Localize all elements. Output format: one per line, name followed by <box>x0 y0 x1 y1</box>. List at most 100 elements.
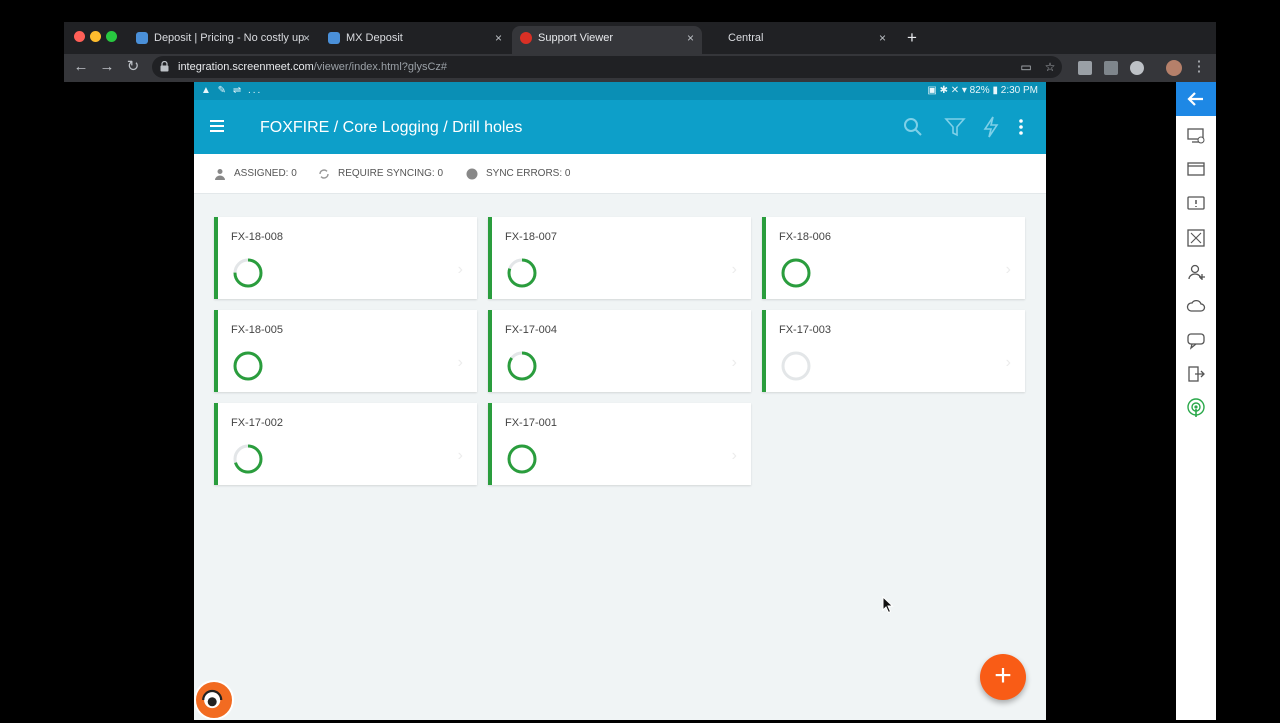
progress-ring-icon <box>233 258 263 288</box>
fullscreen-icon[interactable] <box>1186 228 1206 248</box>
cube-icon <box>328 32 340 44</box>
chevron-right-icon: › <box>457 261 463 278</box>
drill-hole-card[interactable]: FX-18-005 › <box>214 310 477 392</box>
browser-toolbar: ← → ↻ integration.screenmeet.com/viewer/… <box>64 54 1216 82</box>
extension-icon[interactable] <box>1104 61 1118 75</box>
exit-icon[interactable] <box>1186 364 1206 384</box>
tab-deposit-pricing[interactable]: Deposit | Pricing - No costly up × <box>128 26 318 54</box>
lightning-icon[interactable] <box>980 116 1002 138</box>
status-system-icons: ▣ ✱ ✕ ▾ 82% ▮ 2:30 PM <box>927 85 1038 96</box>
progress-ring-fill <box>507 444 537 474</box>
drill-hole-id: FX-17-003 <box>779 324 831 336</box>
tab-support-viewer[interactable]: Support Viewer × <box>512 26 702 54</box>
chevron-right-icon: › <box>731 261 737 278</box>
android-status-bar: ▲ ✎ ⇌ ... ▣ ✱ ✕ ▾ 82% ▮ 2:30 PM <box>194 82 1046 100</box>
add-drill-hole-button[interactable]: + <box>980 654 1026 700</box>
progress-ring-fill <box>233 351 263 381</box>
add-user-icon[interactable] <box>1186 262 1206 282</box>
screen-icon[interactable] <box>1186 160 1206 180</box>
drill-hole-card[interactable]: FX-17-002 › <box>214 403 477 485</box>
sync-errors-count: SYNC ERRORS: 0 <box>466 154 570 194</box>
error-icon <box>466 168 478 180</box>
back-arrow-icon[interactable]: ← <box>70 56 92 78</box>
screenmeet-logo-icon[interactable] <box>194 680 234 720</box>
app-bar: FOXFIRE / Core Logging / Drill holes <box>194 100 1046 154</box>
alert-icon[interactable] <box>1186 194 1206 214</box>
sync-icon <box>319 169 329 179</box>
drill-hole-card[interactable]: FX-18-008 › <box>214 217 477 299</box>
screenmeet-icon <box>520 32 532 44</box>
collapse-panel-button[interactable] <box>1176 82 1216 116</box>
tab-mx-deposit[interactable]: MX Deposit × <box>320 26 510 54</box>
cube-icon <box>136 32 148 44</box>
address-bar[interactable]: integration.screenmeet.com/viewer/index.… <box>152 56 1062 78</box>
drill-hole-card[interactable]: FX-18-006 › <box>762 217 1025 299</box>
screen-share-viewport: ▲ ✎ ⇌ ... ▣ ✱ ✕ ▾ 82% ▮ 2:30 PM FOXFIRE … <box>64 82 1216 720</box>
close-icon[interactable]: × <box>687 26 694 50</box>
close-window-button[interactable] <box>74 31 85 42</box>
chevron-right-icon: › <box>731 447 737 464</box>
progress-ring-icon <box>781 258 811 288</box>
cursor-icon <box>882 596 894 614</box>
page-title: FOXFIRE / Core Logging / Drill holes <box>260 119 523 136</box>
chevron-right-icon: › <box>457 447 463 464</box>
forward-arrow-icon[interactable]: → <box>96 56 118 78</box>
overflow-menu-icon[interactable] <box>1010 116 1032 138</box>
tab-central[interactable]: Central × <box>704 26 894 54</box>
drill-hole-id: FX-18-005 <box>231 324 283 336</box>
arrow-left-icon <box>1187 92 1203 106</box>
drill-hole-id: FX-18-008 <box>231 231 283 243</box>
drill-hole-id: FX-18-007 <box>505 231 557 243</box>
close-icon[interactable]: × <box>303 26 310 50</box>
avatar[interactable] <box>1166 60 1182 76</box>
chevron-right-icon: › <box>1005 354 1011 371</box>
assigned-count: ASSIGNED: 0 <box>214 154 297 194</box>
cloud-user-icon[interactable] <box>1186 296 1206 316</box>
minimize-window-button[interactable] <box>90 31 101 42</box>
screen: Deposit | Pricing - No costly up × MX De… <box>0 0 1280 720</box>
chevron-right-icon: › <box>731 354 737 371</box>
progress-ring-icon <box>781 351 811 381</box>
progress-ring-icon <box>233 351 263 381</box>
new-tab-button[interactable]: + <box>902 26 922 50</box>
drill-hole-id: FX-17-004 <box>505 324 557 336</box>
progress-ring-icon <box>507 444 537 474</box>
lock-icon <box>160 61 169 72</box>
drill-hole-id: FX-17-002 <box>231 417 283 429</box>
chevron-right-icon: › <box>457 354 463 371</box>
hamburger-menu-icon[interactable] <box>210 120 224 132</box>
reload-icon[interactable]: ↻ <box>122 56 144 78</box>
headset-icon <box>202 689 223 709</box>
drill-hole-card[interactable]: FX-17-001 › <box>488 403 751 485</box>
sync-status-bar: ASSIGNED: 0 REQUIRE SYNCING: 0 SYNC ERRO… <box>194 154 1046 194</box>
star-icon[interactable]: ☆ <box>1042 59 1058 75</box>
viewer-side-panel <box>1176 82 1216 720</box>
search-icon[interactable] <box>902 116 924 138</box>
remote-control-icon[interactable] <box>1186 126 1206 146</box>
extension-icon[interactable] <box>1078 61 1092 75</box>
android-device-screen[interactable]: ▲ ✎ ⇌ ... ▣ ✱ ✕ ▾ 82% ▮ 2:30 PM FOXFIRE … <box>194 82 1046 720</box>
require-syncing-count: REQUIRE SYNCING: 0 <box>318 154 443 194</box>
progress-ring-icon <box>507 351 537 381</box>
tab-strip: Deposit | Pricing - No costly up × MX De… <box>64 22 1216 54</box>
maximize-window-button[interactable] <box>106 31 117 42</box>
close-icon[interactable]: × <box>879 26 886 50</box>
broadcast-icon[interactable] <box>1186 398 1206 418</box>
drill-hole-card[interactable]: FX-17-004 › <box>488 310 751 392</box>
drill-hole-card[interactable]: FX-17-003 › <box>762 310 1025 392</box>
drill-hole-id: FX-17-001 <box>505 417 557 429</box>
browser-window: Deposit | Pricing - No costly up × MX De… <box>64 22 1216 720</box>
progress-ring-fill <box>781 258 811 288</box>
status-notification-icons: ▲ ✎ ⇌ ... <box>201 85 263 96</box>
extension-icon[interactable] <box>1130 61 1144 75</box>
chevron-right-icon: › <box>1005 261 1011 278</box>
kebab-menu-icon[interactable]: ⋮ <box>1188 56 1210 78</box>
person-icon <box>215 169 225 180</box>
close-icon[interactable]: × <box>495 26 502 50</box>
drill-hole-id: FX-18-006 <box>779 231 831 243</box>
filter-icon[interactable] <box>944 116 966 138</box>
drill-hole-card[interactable]: FX-18-007 › <box>488 217 751 299</box>
chat-icon[interactable] <box>1186 330 1206 350</box>
cast-icon[interactable]: ▭ <box>1018 59 1034 75</box>
progress-ring-icon <box>507 258 537 288</box>
